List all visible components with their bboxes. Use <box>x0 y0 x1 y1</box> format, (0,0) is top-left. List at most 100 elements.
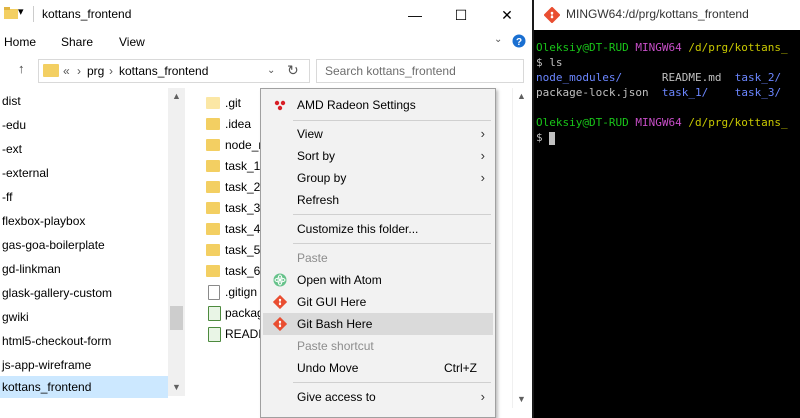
minimize-button[interactable]: — <box>392 0 438 30</box>
folder-icon <box>206 160 220 172</box>
tab-share[interactable]: Share <box>61 35 93 49</box>
prompt-path: /d/prg/kottans_ <box>688 41 788 54</box>
file-name: task_4 <box>225 222 261 236</box>
nav-item[interactable]: -edu <box>2 114 26 136</box>
menu-item-open-with-atom[interactable]: Open with Atom <box>263 269 493 291</box>
folder-icon <box>4 7 18 19</box>
menu-item-give-access-to[interactable]: Give access to › <box>263 386 493 408</box>
menu-item-label: Open with Atom <box>297 273 382 287</box>
terminal-title: MINGW64:/d/prg/kottans_frontend <box>566 7 749 21</box>
menu-item-group-by[interactable]: Group by › <box>263 167 493 189</box>
ls-entry: node_modules/ <box>536 71 623 84</box>
search-input[interactable]: Search kottans_frontend <box>316 59 524 83</box>
git-bash-window[interactable]: MINGW64:/d/prg/kottans_frontend Oleksiy@… <box>532 0 800 418</box>
ls-entry: package-lock.json <box>536 86 649 99</box>
search-placeholder: Search kottans_frontend <box>325 64 456 78</box>
notepad-icon <box>208 306 221 321</box>
menu-item-label: Refresh <box>297 193 340 207</box>
ls-entry: task_1/ <box>661 86 709 99</box>
nav-item[interactable]: gd-linkman <box>2 258 61 280</box>
nav-item[interactable]: html5-checkout-form <box>2 330 111 352</box>
command-line: $ ls <box>536 56 563 69</box>
nav-item[interactable]: flexbox-playbox <box>2 210 85 232</box>
file-name: task_5 <box>225 243 261 257</box>
menu-item-shortcut: Ctrl+Z <box>444 361 477 375</box>
prompt-user: Oleksiy@DT-RUD <box>536 41 629 54</box>
menu-item-label: Undo Move <box>297 361 359 375</box>
menu-item-paste-shortcut[interactable]: Paste shortcut <box>263 335 493 357</box>
nav-item[interactable]: -ext <box>2 138 22 160</box>
chevron-right-icon: › <box>480 148 485 163</box>
menu-separator <box>293 214 491 215</box>
nav-item[interactable]: glask-gallery-custom <box>2 282 112 304</box>
expand-ribbon-icon[interactable]: ⌄ <box>494 34 502 45</box>
refresh-icon[interactable]: ↻ <box>287 62 299 79</box>
folder-icon <box>206 139 220 151</box>
chevron-right-icon: › <box>480 170 485 185</box>
maximize-button[interactable]: ☐ <box>438 0 484 30</box>
menu-item-git-gui-here[interactable]: Git GUI Here <box>263 291 493 313</box>
menu-item-label: Give access to <box>297 390 376 404</box>
nav-item[interactable]: -ff <box>2 186 12 208</box>
tab-view[interactable]: View <box>119 35 145 49</box>
file-name: task_6 <box>225 264 261 278</box>
tab-home[interactable]: Home <box>4 35 36 49</box>
address-bar[interactable]: « › prg › kottans_frontend ⌄ ↻ <box>38 59 310 83</box>
prompt-path: /d/prg/kottans_ <box>688 116 788 129</box>
navigation-pane: dist -edu -ext -external -ff flexbox-pla… <box>0 88 168 400</box>
terminal-output[interactable]: Oleksiy@DT-RUD MINGW64 /d/prg/kottans_ $ … <box>536 40 788 145</box>
menu-item-label: Paste <box>297 251 328 265</box>
explorer-titlebar: ▾ kottans_frontend — ☐ ✕ <box>0 0 532 30</box>
menu-item-customize-folder[interactable]: Customize this folder... <box>263 218 493 240</box>
breadcrumb-current[interactable]: kottans_frontend <box>119 64 208 78</box>
file-list-scrollbar[interactable]: ▲ ▼ <box>512 88 530 408</box>
up-arrow-icon[interactable]: ↑ <box>18 61 25 76</box>
menu-item-paste[interactable]: Paste <box>263 247 493 269</box>
menu-item-label: Customize this folder... <box>297 222 419 236</box>
scroll-down-icon[interactable]: ▼ <box>513 391 530 408</box>
scrollbar-thumb[interactable] <box>170 306 183 330</box>
nav-item[interactable]: js-app-wireframe <box>2 354 91 376</box>
scroll-up-icon[interactable]: ▲ <box>513 88 530 105</box>
window-title: kottans_frontend <box>42 7 132 21</box>
ls-output-row: node_modules/ README.md task_2/ <box>536 70 788 85</box>
nav-item[interactable]: gas-goa-boilerplate <box>2 234 105 256</box>
menu-item-amd-radeon-settings[interactable]: AMD Radeon Settings <box>263 94 493 116</box>
folder-icon <box>43 64 59 77</box>
help-icon[interactable]: ? <box>512 34 526 48</box>
prompt-line: Oleksiy@DT-RUD MINGW64 /d/prg/kottans_ <box>536 115 788 130</box>
prompt-env: MINGW64 <box>635 116 682 129</box>
nav-scrollbar[interactable]: ▲ ▼ <box>168 88 185 396</box>
menu-item-sort-by[interactable]: Sort by › <box>263 145 493 167</box>
amd-radeon-icon <box>274 100 286 111</box>
quick-access-dropdown-icon[interactable]: ▾ <box>18 5 24 18</box>
chevron-right-icon: › <box>480 126 485 141</box>
prompt-user: Oleksiy@DT-RUD <box>536 116 629 129</box>
nav-item[interactable]: dist <box>2 90 21 112</box>
menu-item-undo-move[interactable]: Undo Move Ctrl+Z <box>263 357 493 379</box>
ls-entry: task_2/ <box>734 71 782 84</box>
ls-entry: README.md <box>661 71 722 84</box>
menu-separator <box>293 120 491 121</box>
menu-item-view[interactable]: View › <box>263 123 493 145</box>
breadcrumb-prg[interactable]: prg <box>87 64 104 78</box>
scroll-up-icon[interactable]: ▲ <box>168 88 185 105</box>
scroll-down-icon[interactable]: ▼ <box>168 379 185 396</box>
svg-text:?: ? <box>516 37 522 48</box>
folder-icon <box>206 202 220 214</box>
menu-item-git-bash-here[interactable]: Git Bash Here <box>263 313 493 335</box>
prompt-env: MINGW64 <box>635 41 682 54</box>
address-dropdown-icon[interactable]: ⌄ <box>267 65 275 76</box>
git-icon <box>273 295 287 309</box>
file-name: task_2 <box>225 180 261 194</box>
folder-icon <box>206 244 220 256</box>
close-button[interactable]: ✕ <box>484 0 530 30</box>
nav-item[interactable]: -external <box>2 162 49 184</box>
file-name: .git <box>225 96 242 110</box>
menu-item-label: Paste shortcut <box>297 339 374 353</box>
menu-item-refresh[interactable]: Refresh <box>263 189 493 211</box>
nav-item-selected[interactable]: kottans_frontend <box>0 376 168 398</box>
breadcrumb-overflow[interactable]: « <box>63 64 70 78</box>
nav-item[interactable]: gwiki <box>2 306 29 328</box>
file-name: task_1 <box>225 159 261 173</box>
